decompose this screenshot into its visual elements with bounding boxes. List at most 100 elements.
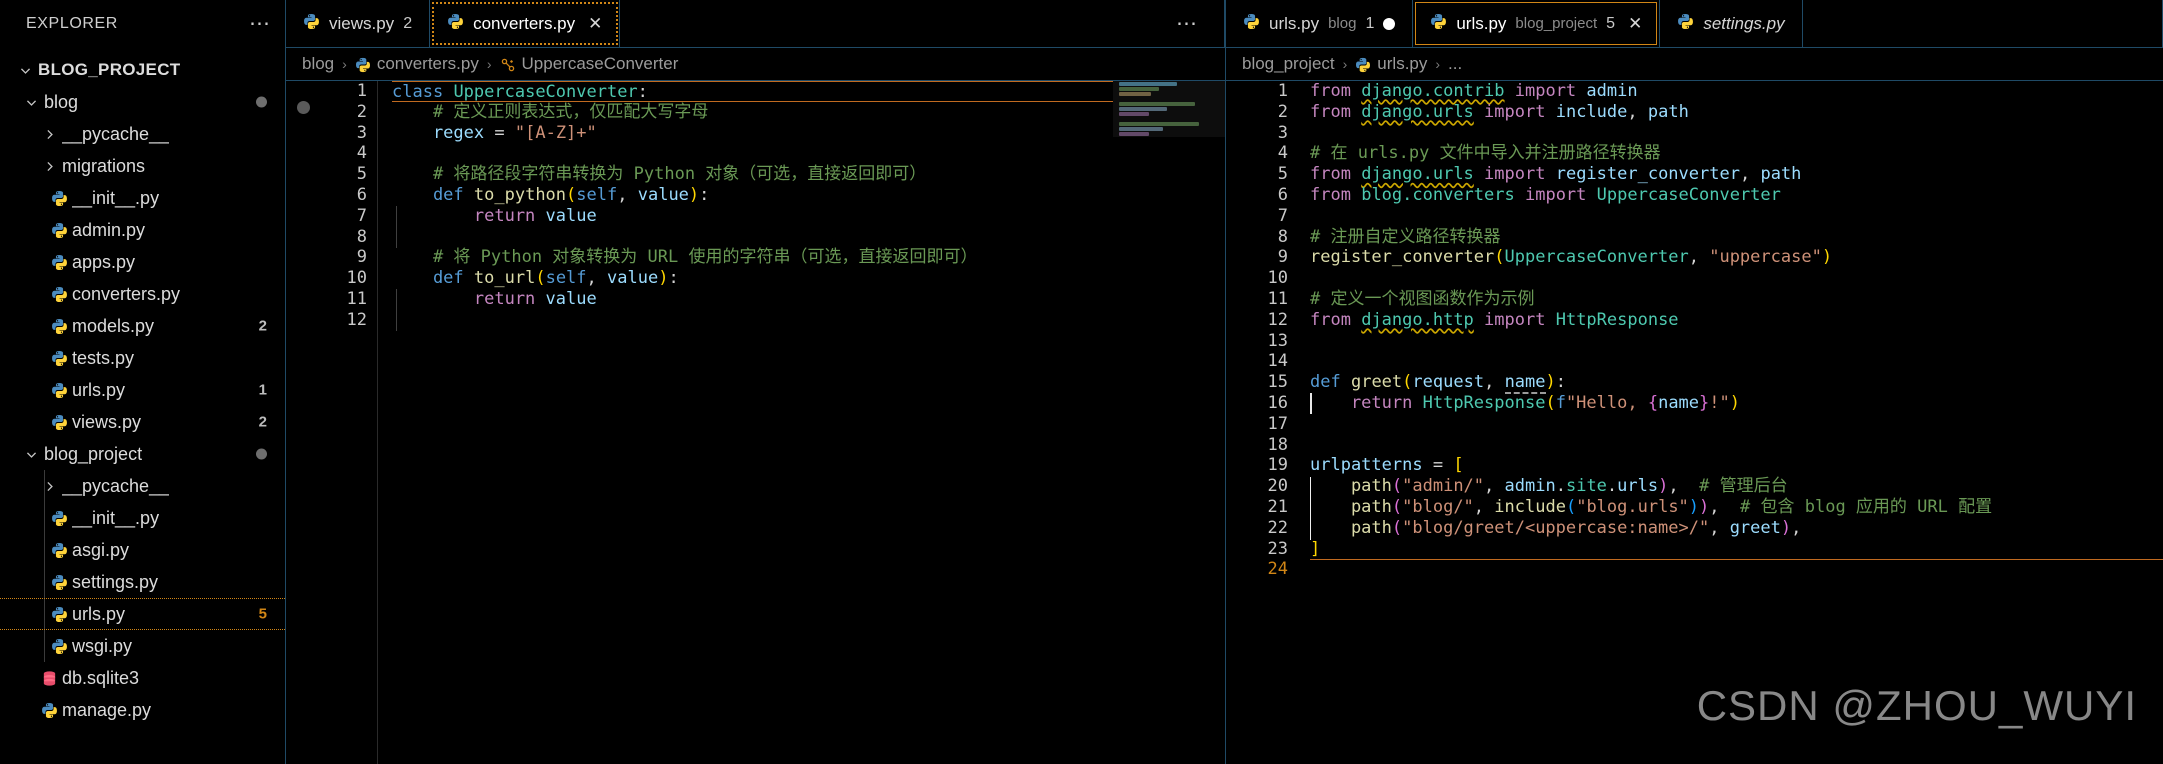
- chevron-right-icon: ›: [342, 56, 347, 72]
- close-icon[interactable]: ✕: [1628, 14, 1642, 34]
- sidebar-item-label: wsgi.py: [72, 635, 133, 656]
- python-icon: [46, 382, 72, 399]
- code-line: from django.contrib import admin: [1310, 81, 1638, 101]
- sidebar-item-urls-py-project[interactable]: urls.py 5: [0, 598, 285, 630]
- code-line: return HttpResponse(f"Hello, {name}!"): [1310, 392, 1741, 413]
- line-number: 9: [1277, 247, 1288, 268]
- line-number: 19: [1267, 455, 1288, 476]
- line-number: 5: [1277, 164, 1288, 185]
- sidebar-item-models-py[interactable]: models.py 2: [0, 310, 285, 342]
- page-title: EXPLORER: [26, 15, 118, 32]
- line-number: 21: [1267, 496, 1288, 517]
- code-line: return value: [392, 288, 597, 309]
- tab-label: urls.py: [1456, 13, 1507, 33]
- ellipsis-icon[interactable]: ⋯: [249, 13, 271, 34]
- tab-urls-py-blog-project[interactable]: urls.py blog_project 5 ✕: [1413, 0, 1661, 47]
- line-number: 11: [1267, 288, 1288, 309]
- line-number: 1: [356, 81, 367, 101]
- sidebar-item-asgi-py[interactable]: asgi.py: [0, 534, 285, 566]
- code-line: from django.http import HttpResponse: [1310, 309, 1679, 330]
- code-line-active: [1310, 559, 2163, 580]
- problem-badge: 5: [258, 605, 267, 623]
- tree-root-label: BLOG_PROJECT: [38, 60, 181, 79]
- tabbar-left-actions: ⋯: [620, 0, 1225, 47]
- line-number: 11: [346, 288, 367, 309]
- sidebar-item-pycache-blog[interactable]: __pycache__: [0, 118, 285, 150]
- sidebar-item-views-py[interactable]: views.py 2: [0, 406, 285, 438]
- breadcrumb-item-folder[interactable]: blog_project: [1242, 54, 1335, 74]
- sidebar-item-wsgi-py[interactable]: wsgi.py: [0, 630, 285, 662]
- sidebar-item-blog-project[interactable]: blog_project: [0, 438, 285, 470]
- sidebar-item-label: migrations: [62, 155, 146, 176]
- explorer-sidebar: EXPLORER ⋯ BLOG_PROJECT blog __pycache__…: [0, 0, 286, 764]
- breadcrumb-item-more[interactable]: ...: [1448, 54, 1462, 74]
- sidebar-item-label: admin.py: [72, 219, 146, 240]
- python-icon: [36, 702, 62, 719]
- sidebar-item-urls-py-blog[interactable]: urls.py 1: [0, 374, 285, 406]
- sidebar-item-settings-py[interactable]: settings.py: [0, 566, 285, 598]
- breadcrumb-label: blog_project: [1242, 54, 1335, 73]
- editor-group-left: views.py 2 converters.py ✕ ⋯ blog › conv…: [286, 0, 1226, 764]
- tab-description: blog_project: [1515, 15, 1598, 32]
- line-number: 4: [356, 143, 367, 164]
- tab-label: views.py: [329, 13, 395, 33]
- sidebar-item-label: apps.py: [72, 251, 136, 272]
- sidebar-item-init-blog[interactable]: __init__.py: [0, 182, 285, 214]
- breadcrumb-item-file[interactable]: converters.py: [355, 54, 479, 74]
- line-number: 7: [356, 205, 367, 226]
- code-content-left[interactable]: class UppercaseConverter: # 定义正则表达式，仅匹配大…: [378, 81, 1225, 764]
- line-number: 7: [1277, 205, 1288, 226]
- indent-guide: [44, 599, 45, 629]
- code-editor-left[interactable]: 1 2 3 4 5 6 7 8 9 10 11 12 class Upperca…: [286, 81, 1225, 764]
- tab-views-py[interactable]: views.py 2: [286, 0, 431, 47]
- sidebar-item-db-sqlite3[interactable]: db.sqlite3: [0, 662, 285, 694]
- class-icon: [500, 54, 516, 74]
- code-editor-right[interactable]: 1 2 3 4 5 6 7 8 9 10 11 12 13 14 15 16 1: [1226, 81, 2163, 764]
- python-icon: [447, 13, 464, 35]
- sidebar-item-label: urls.py: [72, 603, 126, 624]
- tab-converters-py[interactable]: converters.py ✕: [430, 0, 621, 47]
- code-line: return value: [392, 205, 597, 226]
- line-number: 6: [356, 184, 367, 205]
- tab-description: blog: [1328, 15, 1357, 32]
- breadcrumb-item-symbol[interactable]: UppercaseConverter: [500, 54, 678, 74]
- sidebar-item-init-project[interactable]: __init__.py: [0, 502, 285, 534]
- line-number: 10: [1267, 268, 1288, 289]
- breadcrumb-item-file[interactable]: urls.py: [1355, 54, 1427, 74]
- sidebar-item-label: converters.py: [72, 283, 181, 304]
- sidebar-item-blog[interactable]: blog: [0, 86, 285, 118]
- sidebar-item-tests-py[interactable]: tests.py: [0, 342, 285, 374]
- sidebar-item-manage-py[interactable]: manage.py: [0, 694, 285, 726]
- sidebar-item-converters-py[interactable]: converters.py: [0, 278, 285, 310]
- code-line: # 在 urls.py 文件中导入并注册路径转换器: [1310, 143, 1661, 164]
- gutter-left: [286, 81, 322, 764]
- breadcrumb-item-folder[interactable]: blog: [302, 54, 334, 74]
- python-icon: [46, 638, 72, 655]
- tree-root-blog-project[interactable]: BLOG_PROJECT: [0, 54, 285, 86]
- ellipsis-icon[interactable]: ⋯: [1176, 13, 1198, 34]
- tab-settings-py[interactable]: settings.py: [1660, 0, 1803, 47]
- line-number: 18: [1267, 434, 1288, 455]
- python-icon: [46, 318, 72, 335]
- sidebar-item-apps-py[interactable]: apps.py: [0, 246, 285, 278]
- sidebar-item-label: models.py: [72, 315, 155, 336]
- close-icon[interactable]: ✕: [588, 14, 602, 34]
- code-content-right[interactable]: from django.contrib import admin from dj…: [1302, 81, 2163, 764]
- sidebar-item-pycache-project[interactable]: __pycache__: [0, 470, 285, 502]
- python-icon: [46, 606, 72, 623]
- code-line: register_converter(UppercaseConverter, "…: [1310, 247, 1833, 268]
- code-line: def to_python(self, value):: [392, 184, 710, 205]
- line-number: 4: [1277, 143, 1288, 164]
- breakpoint-placeholder-icon: [297, 101, 310, 114]
- code-line: path("blog/", include("blog.urls")), # 包…: [1310, 496, 1993, 517]
- sidebar-item-migrations[interactable]: migrations: [0, 150, 285, 182]
- sidebar-item-admin-py[interactable]: admin.py: [0, 214, 285, 246]
- tab-urls-py-blog[interactable]: urls.py blog 1: [1226, 0, 1414, 47]
- line-number: 12: [1267, 309, 1288, 330]
- dirty-indicator-icon[interactable]: [1383, 17, 1396, 30]
- chevron-right-icon: ›: [1435, 56, 1441, 72]
- line-number: 3: [356, 122, 367, 143]
